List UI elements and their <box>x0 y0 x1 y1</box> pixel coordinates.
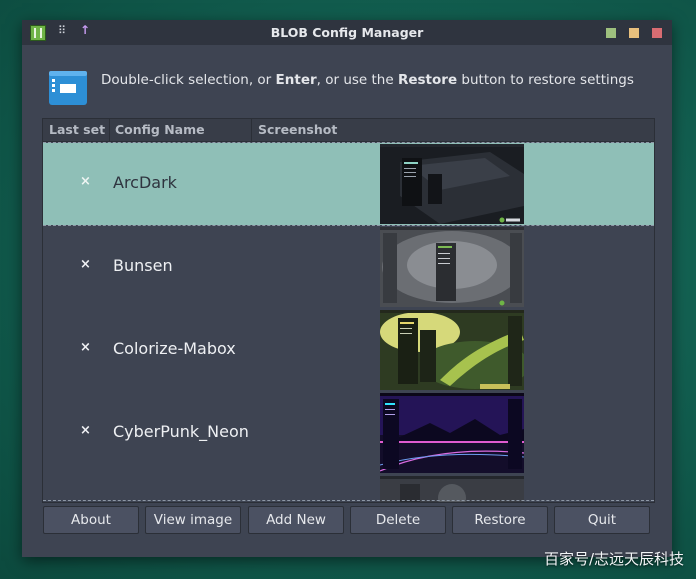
restore-button[interactable]: Restore <box>452 506 548 534</box>
instruction-part-3: button to restore settings <box>457 72 634 88</box>
instruction-text: Double-click selection, or Enter, or use… <box>101 72 634 88</box>
screenshot-thumbnail-cyberpunk-neon <box>380 393 524 473</box>
list-row-colorize-mabox[interactable]: × Colorize-Mabox <box>43 309 654 391</box>
maximize-button[interactable] <box>629 28 639 38</box>
config-list[interactable]: Last set Config Name Screenshot × ArcDar… <box>42 118 655 503</box>
list-row-bunsen[interactable]: × Bunsen <box>43 226 654 308</box>
screenshot-thumbnail-bunsen <box>380 227 524 307</box>
config-name: Bunsen <box>113 256 173 275</box>
quit-button[interactable]: Quit <box>554 506 650 534</box>
focus-outline-bottom <box>43 500 654 501</box>
x-icon: × <box>80 340 91 355</box>
list-row-partial[interactable] <box>43 475 654 502</box>
list-header: Last set Config Name Screenshot <box>43 119 654 142</box>
config-name: ArcDark <box>113 173 177 192</box>
config-manager-window: ⠿ ↑ BLOB Config Manager Double-click sel… <box>22 20 672 557</box>
minimize-button[interactable] <box>606 28 616 38</box>
instruction-part-2: , or use the <box>316 72 398 88</box>
about-button[interactable]: About <box>43 506 139 534</box>
add-new-button[interactable]: Add New <box>248 506 344 534</box>
instruction-part-1: Double-click selection, or <box>101 72 276 88</box>
window-title: BLOB Config Manager <box>270 25 424 40</box>
close-button[interactable] <box>652 28 662 38</box>
column-divider[interactable] <box>109 119 110 141</box>
config-name: Colorize-Mabox <box>113 339 236 358</box>
button-bar: About View image Add New Delete Restore … <box>43 506 653 536</box>
screenshot-thumbnail-partial <box>380 476 524 502</box>
column-config-name[interactable]: Config Name <box>115 122 205 137</box>
column-last-set[interactable]: Last set <box>49 122 105 137</box>
column-divider[interactable] <box>251 119 252 141</box>
instruction-enter-key: Enter <box>275 72 317 88</box>
screenshot-thumbnail-arcdark <box>380 144 524 224</box>
titlebar[interactable]: ⠿ ↑ BLOB Config Manager <box>22 20 672 45</box>
x-icon: × <box>80 257 91 272</box>
delete-button[interactable]: Delete <box>350 506 446 534</box>
watermark-text: 百家号/志远天辰科技 <box>543 550 684 568</box>
x-icon: × <box>80 423 91 438</box>
info-window-icon <box>49 71 87 105</box>
x-icon: × <box>80 174 91 189</box>
view-image-button[interactable]: View image <box>145 506 241 534</box>
screenshot-thumbnail-colorize-mabox <box>380 310 524 390</box>
list-row-arcdark[interactable]: × ArcDark <box>43 143 654 225</box>
column-screenshot[interactable]: Screenshot <box>258 122 337 137</box>
config-name: CyberPunk_Neon <box>113 422 249 441</box>
instruction-restore-word: Restore <box>397 72 458 88</box>
list-row-cyberpunk-neon[interactable]: × CyberPunk_Neon <box>43 392 654 474</box>
